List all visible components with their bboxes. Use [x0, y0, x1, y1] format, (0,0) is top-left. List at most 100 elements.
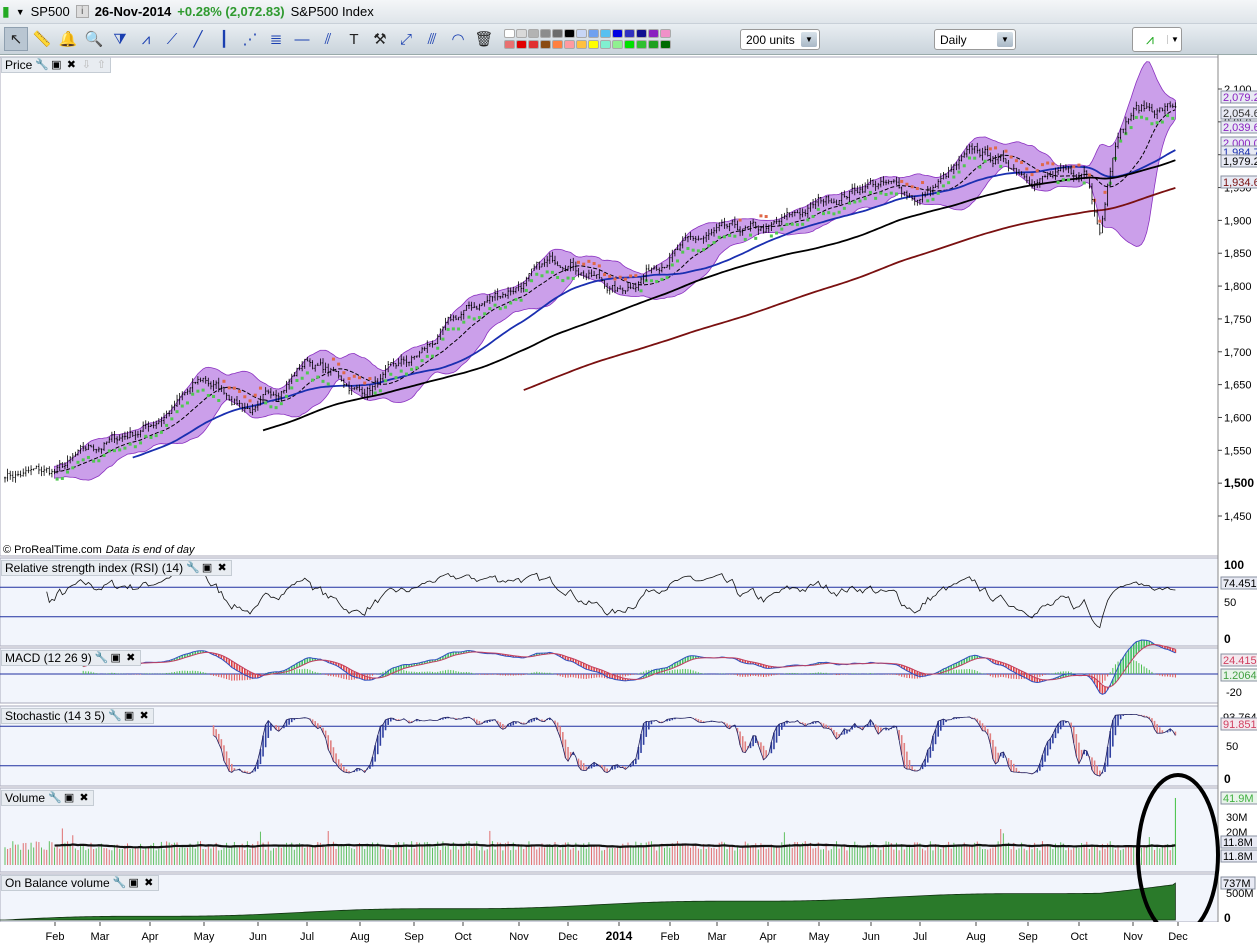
color-swatch[interactable]	[576, 29, 587, 38]
sar-dot	[352, 374, 356, 378]
sar-dot	[749, 233, 753, 237]
window-icon[interactable]: ▣	[201, 562, 213, 574]
ruler-icon[interactable]: 📏	[30, 27, 54, 51]
sar-dot	[290, 386, 294, 390]
channel-icon[interactable]: ⩘	[134, 27, 158, 51]
pointer-icon[interactable]: ↖	[4, 27, 28, 51]
sar-dot	[915, 187, 919, 191]
fibonacci-retracement-icon[interactable]: ≣	[264, 27, 288, 51]
color-swatch[interactable]	[504, 29, 515, 38]
color-swatch[interactable]	[552, 29, 563, 38]
sar-dot	[149, 435, 153, 439]
wrench-icon[interactable]: 🔧	[35, 59, 49, 71]
color-swatch[interactable]	[636, 40, 647, 49]
color-swatch[interactable]	[528, 40, 539, 49]
color-swatch[interactable]	[612, 29, 623, 38]
window-icon[interactable]: ▣	[50, 59, 62, 71]
close-icon[interactable]: ✖	[65, 59, 77, 71]
wrench-icon[interactable]: 🔧	[108, 710, 122, 722]
chevron-down-icon[interactable]: ▼	[1167, 35, 1179, 44]
color-swatch[interactable]	[636, 29, 647, 38]
trash-icon[interactable]: 🗑	[472, 27, 496, 51]
dropdown-arrow-icon[interactable]: ▼	[16, 7, 25, 17]
period-select[interactable]: Daily ▼	[934, 29, 1016, 50]
color-swatch[interactable]	[600, 40, 611, 49]
close-icon[interactable]: ✖	[138, 710, 150, 722]
color-swatch[interactable]	[660, 40, 671, 49]
settings-tools-icon[interactable]: ⚒	[368, 27, 392, 51]
arc-icon[interactable]: ◠	[446, 27, 470, 51]
color-swatch[interactable]	[540, 29, 551, 38]
wrench-icon[interactable]: 🔧	[186, 562, 200, 574]
chevron-down-icon[interactable]: ▼	[801, 32, 817, 47]
sar-dot	[1160, 120, 1164, 124]
panel-background	[0, 56, 1219, 557]
sar-dot	[618, 275, 622, 279]
close-icon[interactable]: ✖	[125, 652, 137, 664]
zoom-icon[interactable]: 🔍	[82, 27, 106, 51]
window-icon[interactable]: ▣	[128, 877, 140, 889]
color-swatch[interactable]	[624, 40, 635, 49]
close-icon[interactable]: ✖	[216, 562, 228, 574]
parallel-line-icon[interactable]: ⫻	[420, 27, 444, 51]
vertical-line-icon[interactable]: ┃	[212, 27, 236, 51]
move-up-icon[interactable]: ⇧	[95, 59, 107, 71]
window-icon[interactable]: ▣	[63, 792, 75, 804]
color-swatch[interactable]	[648, 29, 659, 38]
color-swatch[interactable]	[540, 40, 551, 49]
price-value-label: 1,934.6	[1223, 177, 1257, 189]
fibonacci-fan-icon[interactable]: ⋰	[238, 27, 262, 51]
chart-area[interactable]: 2,1002,0502,0001,9501,9001,8501,8001,750…	[0, 55, 1257, 948]
color-swatch[interactable]	[552, 40, 563, 49]
color-swatch[interactable]	[588, 29, 599, 38]
sar-dot	[988, 147, 992, 151]
units-select[interactable]: 200 units ▼	[740, 29, 820, 50]
color-swatch[interactable]	[648, 40, 659, 49]
x-tick-label: May	[194, 931, 215, 943]
color-swatch[interactable]	[588, 40, 599, 49]
color-swatch[interactable]	[528, 29, 539, 38]
horizontal-line-icon[interactable]: —	[290, 27, 314, 51]
segment-icon[interactable]: ⟋	[160, 27, 184, 51]
color-swatch[interactable]	[660, 29, 671, 38]
wrench-icon[interactable]: 🔧	[48, 792, 62, 804]
units-value: 200 units	[746, 33, 795, 47]
trend-channel-icon[interactable]: ⫽	[316, 27, 340, 51]
add-indicator-button[interactable]: ⩘ ▼	[1132, 27, 1182, 52]
color-swatch[interactable]	[516, 40, 527, 49]
color-swatch[interactable]	[600, 29, 611, 38]
extend-line-icon[interactable]: ⤢	[394, 27, 418, 51]
sar-dot	[853, 200, 857, 204]
window-icon[interactable]: ▣	[123, 710, 135, 722]
line-icon[interactable]: ╱	[186, 27, 210, 51]
alert-bell-icon[interactable]: 🔔	[56, 27, 80, 51]
candlestick-icon[interactable]: ▮	[2, 3, 10, 20]
close-icon[interactable]: ✖	[143, 877, 155, 889]
move-down-icon[interactable]: ⇩	[80, 59, 92, 71]
panel-title: Stochastic (14 3 5)	[5, 709, 106, 723]
symbol[interactable]: SP500	[31, 4, 70, 19]
triangle-pattern-icon[interactable]: ⧩	[108, 27, 132, 51]
sar-dot	[285, 394, 289, 398]
color-swatch[interactable]	[564, 29, 575, 38]
color-swatch[interactable]	[504, 40, 515, 49]
sar-dot	[1067, 178, 1071, 182]
wrench-icon[interactable]: 🔧	[95, 652, 109, 664]
color-swatch[interactable]	[624, 29, 635, 38]
sar-dot	[430, 354, 434, 358]
color-swatch[interactable]	[612, 40, 623, 49]
info-icon[interactable]: i	[75, 5, 89, 18]
volume-value-label: 41.9M	[1223, 793, 1254, 805]
color-swatch[interactable]	[564, 40, 575, 49]
close-icon[interactable]: ✖	[78, 792, 90, 804]
window-icon[interactable]: ▣	[110, 652, 122, 664]
wrench-icon[interactable]: 🔧	[113, 877, 127, 889]
sar-dot	[420, 359, 424, 363]
text-icon[interactable]: T	[342, 27, 366, 51]
panel-title: On Balance volume	[5, 876, 110, 890]
color-swatch[interactable]	[516, 29, 527, 38]
color-swatch[interactable]	[576, 40, 587, 49]
change: +0.28% (2,072.83)	[177, 4, 285, 19]
chevron-down-icon[interactable]: ▼	[997, 32, 1013, 47]
sar-dot	[436, 346, 440, 350]
